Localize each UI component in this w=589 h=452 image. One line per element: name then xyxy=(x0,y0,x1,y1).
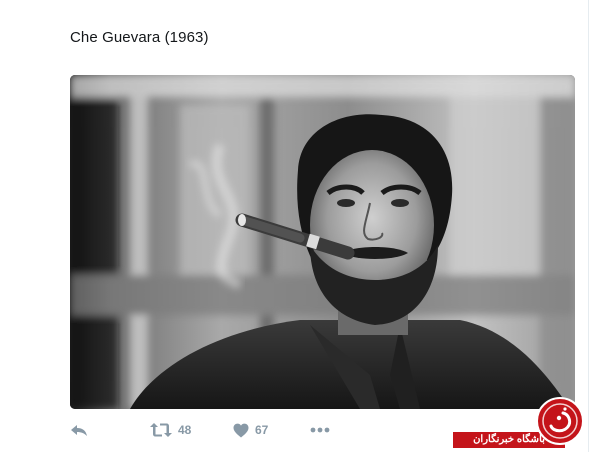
reply-button[interactable] xyxy=(70,420,88,440)
more-dots-icon xyxy=(310,427,330,433)
logo-seal xyxy=(536,397,584,445)
tweet-actions: 48 67 xyxy=(70,420,370,440)
retweet-count: 48 xyxy=(178,423,192,437)
reply-icon xyxy=(70,422,88,438)
tweet-text: Che Guevara (1963) xyxy=(70,29,209,46)
photo-illustration xyxy=(70,75,575,409)
like-button[interactable]: 67 xyxy=(233,420,268,440)
retweet-icon xyxy=(150,422,172,438)
heart-icon xyxy=(233,423,249,438)
news-agency-watermark: باشگاه خبرنگاران xyxy=(451,396,589,452)
tweet-photo[interactable] xyxy=(70,75,575,409)
tweet-card: Che Guevara (1963) 48 67 باشگاه خبرنگارا… xyxy=(0,0,589,452)
more-button[interactable] xyxy=(310,420,330,440)
like-count: 67 xyxy=(255,423,269,437)
retweet-button[interactable]: 48 xyxy=(150,420,191,440)
